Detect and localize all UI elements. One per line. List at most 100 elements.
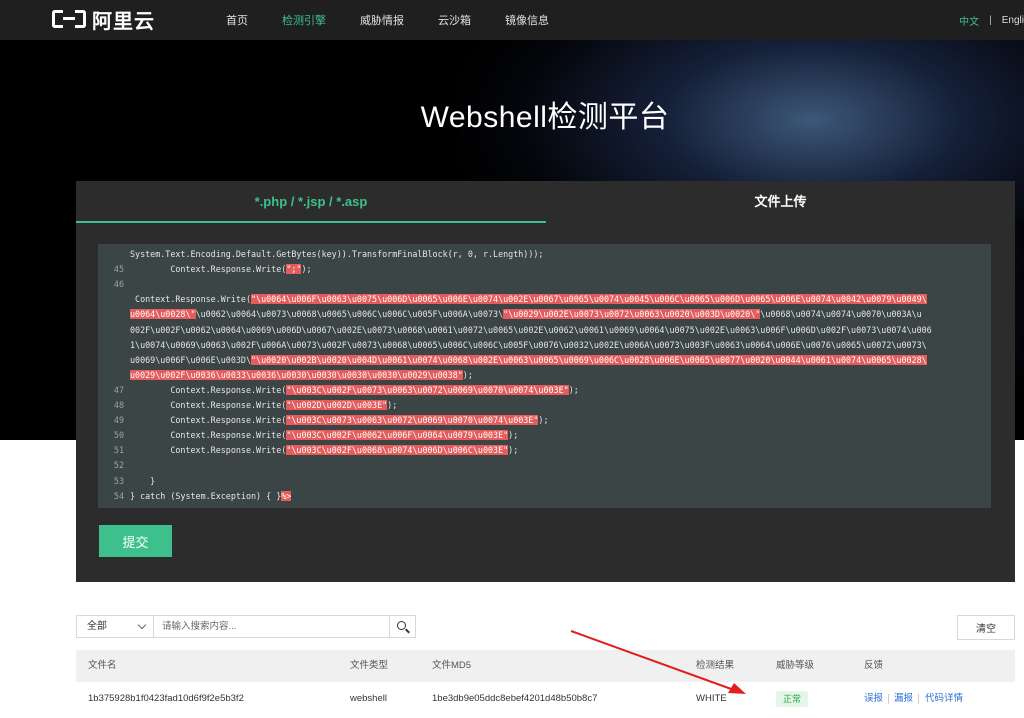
code-line: 48 Context.Response.Write("\u002D\u002D\…: [98, 398, 991, 413]
logo-text: 阿里云: [92, 10, 155, 33]
code-text: Context.Response.Write(: [130, 430, 287, 441]
code-highlight: "\u0029\u002E\u0073\u0072\u0063\u0020\u0…: [503, 309, 761, 320]
code-line: u0069\u006F\u006E\u003D\"\u0020\u002B\u0…: [98, 353, 991, 368]
line-number: 53: [113, 475, 124, 486]
nav-item-threat-intel[interactable]: 威胁情报: [360, 12, 404, 28]
code-line: Context.Response.Write("\u0064\u006F\u00…: [98, 292, 991, 307]
chevron-down-icon: [137, 620, 147, 630]
column-header-filename: 文件名: [88, 660, 117, 671]
code-text: );: [508, 430, 519, 441]
cell-md5: 1be3db9e05ddc8ebef4201d48b50b8c7: [432, 693, 598, 704]
code-text: 002F\u002F\u0062\u0064\u0069\u006D\u0067…: [130, 324, 932, 335]
divider: [888, 694, 889, 704]
code-highlight: "\u003C\u002F\u0062\u006F\u0064\u0079\u0…: [286, 430, 509, 441]
line-number: 46: [113, 279, 124, 290]
submit-button[interactable]: 提交: [99, 525, 172, 557]
tab-bar: *.php / *.jsp / *.asp 文件上传: [76, 181, 1015, 223]
category-select[interactable]: 全部: [76, 615, 154, 638]
line-number: 47: [113, 384, 124, 395]
nav-item-sandbox[interactable]: 云沙箱: [438, 12, 471, 28]
code-line: 1\u0074\u0069\u0063\u002F\u006A\u0073\u0…: [98, 338, 991, 353]
code-line: 45 Context.Response.Write(";");: [98, 262, 991, 277]
code-text: Context.Response.Write(: [130, 294, 252, 305]
lang-separator: |: [989, 14, 992, 26]
code-highlight: ";": [286, 264, 302, 275]
lang-en[interactable]: Engli: [1002, 15, 1024, 26]
code-line: 50 Context.Response.Write("\u003C\u002F\…: [98, 428, 991, 443]
code-text: Context.Response.Write(: [130, 445, 287, 456]
cell-filetype: webshell: [350, 693, 387, 704]
line-number: 48: [113, 400, 124, 410]
language-switch: 中文 | Engli: [959, 0, 1024, 40]
feedback-false-negative-link[interactable]: 漏报: [894, 682, 913, 715]
code-text: \u0068\u0074\u0074\u0070\u003A\u: [760, 309, 922, 320]
code-text: Context.Response.Write(: [130, 384, 287, 395]
code-text: Context.Response.Write(: [130, 415, 287, 426]
column-header-level: 威胁等级: [776, 660, 815, 671]
lang-zh[interactable]: 中文: [959, 13, 979, 28]
tab-code-input[interactable]: *.php / *.jsp / *.asp: [76, 181, 546, 223]
code-details-link[interactable]: 代码详情: [925, 682, 963, 715]
code-text: );: [538, 415, 549, 426]
code-text: \u0062\u0064\u0073\u0068\u0065\u006C\u00…: [195, 309, 504, 320]
code-text: System.Text.Encoding.Default.GetBytes(ke…: [130, 249, 544, 259]
table-header: 文件名 文件类型 文件MD5 检测结果 威胁等级 反馈: [76, 650, 1015, 682]
line-number: 52: [113, 460, 124, 471]
page-title: Webshell检测平台: [420, 101, 670, 134]
top-nav: 阿里云 首页 检测引擎 威胁情报 云沙箱 镜像信息 中文 | Engli: [0, 0, 1024, 40]
tab-file-upload[interactable]: 文件上传: [546, 181, 1015, 223]
aliyun-logo[interactable]: 阿里云: [52, 8, 155, 33]
divider: [918, 694, 919, 704]
line-number: 50: [113, 430, 124, 441]
code-highlight: %>: [281, 490, 292, 501]
code-line: 52: [98, 458, 991, 473]
clear-button[interactable]: 清空: [957, 615, 1015, 640]
code-text: } catch (System.Exception) { }: [130, 490, 282, 501]
code-text: Context.Response.Write(: [130, 400, 287, 410]
code-line: 49 Context.Response.Write("\u003C\u0073\…: [98, 413, 991, 428]
search-button[interactable]: [390, 615, 416, 638]
nav-item-image-info[interactable]: 镜像信息: [505, 12, 549, 28]
code-text: );: [301, 264, 312, 275]
code-highlight: "\u0064\u006F\u0063\u0075\u006D\u0065\u0…: [251, 294, 927, 305]
line-number: 49: [113, 415, 124, 426]
aliyun-logo-icon: [52, 10, 86, 28]
code-highlight: u0064\u0028\": [130, 309, 196, 320]
feedback-false-positive-link[interactable]: 误报: [864, 682, 883, 715]
code-text: );: [508, 445, 519, 456]
code-highlight: "\u0020\u002B\u0020\u004D\u0061\u0074\u0…: [251, 354, 927, 365]
code-highlight: "\u002D\u002D\u003E": [286, 400, 388, 410]
cell-filename: 1b375928b1f0423fad10d6f9f2e5b3f2: [88, 693, 244, 704]
category-select-value: 全部: [87, 621, 107, 632]
line-number: 54: [113, 490, 124, 501]
code-line: 53 }: [98, 474, 991, 489]
code-highlight: "\u003C\u0073\u0063\u0072\u0069\u0070\u0…: [286, 415, 539, 426]
column-header-md5: 文件MD5: [432, 660, 472, 671]
code-highlight: "\u003C\u002F\u0068\u0074\u006D\u006C\u0…: [286, 445, 509, 456]
code-editor[interactable]: System.Text.Encoding.Default.GetBytes(ke…: [98, 244, 991, 508]
column-header-filetype: 文件类型: [350, 660, 389, 671]
nav-item-home[interactable]: 首页: [226, 12, 248, 28]
code-text: u0069\u006F\u006E\u003D\: [130, 354, 252, 365]
code-text: }: [130, 475, 156, 486]
column-header-feedback: 反馈: [864, 660, 884, 671]
code-line: u0064\u0028\"\u0062\u0064\u0073\u0068\u0…: [98, 307, 991, 322]
code-line: 54 } catch (System.Exception) { }%>: [98, 489, 991, 504]
code-line: 51 Context.Response.Write("\u003C\u002F\…: [98, 443, 991, 458]
code-line: u0029\u002F\u0036\u0033\u0036\u0030\u003…: [98, 368, 991, 383]
code-text: );: [568, 384, 579, 395]
code-text: );: [387, 400, 398, 410]
code-line: 47 Context.Response.Write("\u003C\u002F\…: [98, 383, 991, 398]
code-text: 1\u0074\u0069\u0063\u002F\u006A\u0073\u0…: [130, 339, 927, 350]
code-line: 46: [98, 277, 991, 292]
code-highlight: "\u003C\u002F\u0073\u0063\u0072\u0069\u0…: [286, 384, 569, 395]
table-row: 1b375928b1f0423fad10d6f9f2e5b3f2 webshel…: [76, 682, 1015, 715]
nav-item-engine[interactable]: 检测引擎: [282, 12, 326, 28]
column-header-result: 检测结果: [696, 660, 735, 671]
code-line: 002F\u002F\u0062\u0064\u0069\u006D\u0067…: [98, 323, 991, 338]
code-highlight: u0029\u002F\u0036\u0033\u0036\u0030\u003…: [130, 369, 463, 380]
nav-menu: 首页 检测引擎 威胁情报 云沙箱 镜像信息: [226, 0, 583, 40]
line-number: 51: [113, 445, 124, 456]
search-input[interactable]: [154, 615, 390, 638]
code-text: );: [462, 369, 473, 380]
